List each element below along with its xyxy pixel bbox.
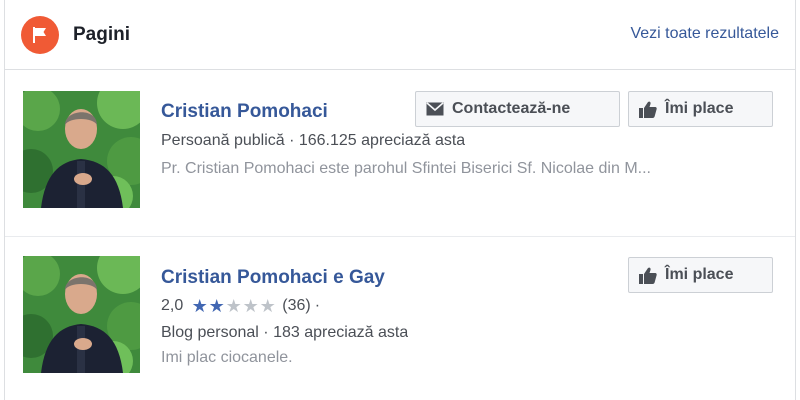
rating-value: 2,0 <box>161 297 184 314</box>
like-button[interactable]: Îmi place <box>628 91 773 127</box>
section-title: Pagini <box>73 24 131 45</box>
envelope-icon <box>426 102 444 116</box>
page-profile-picture[interactable] <box>23 256 140 373</box>
rating-stars: ★ ★ ★ ★ ★ <box>191 297 276 315</box>
search-results-panel: Pagini Vezi toate rezultatele Cristian P… <box>4 0 796 400</box>
star-icon: ★ <box>208 297 225 315</box>
results-header: Pagini Vezi toate rezultatele <box>5 0 795 70</box>
star-icon: ★ <box>259 297 276 315</box>
thumbs-up-icon <box>639 101 657 118</box>
flag-icon <box>21 16 59 54</box>
like-button-label: Îmi place <box>665 266 734 283</box>
page-meta: Blog personal · 183 apreciază asta <box>161 324 409 341</box>
contact-button[interactable]: Contactează-ne <box>415 91 620 127</box>
page-meta: Persoană publică · 166.125 apreciază ast… <box>161 132 466 149</box>
page-name-link[interactable]: Cristian Pomohaci <box>161 101 328 123</box>
like-button[interactable]: Îmi place <box>628 257 773 293</box>
star-icon: ★ <box>225 297 242 315</box>
star-icon: ★ <box>191 297 208 315</box>
see-all-results-link[interactable]: Vezi toate rezultatele <box>630 25 779 43</box>
contact-button-label: Contactează-ne <box>452 100 571 117</box>
page-name-link[interactable]: Cristian Pomohaci e Gay <box>161 267 385 289</box>
result-item: Cristian Pomohaci Persoană publică · 166… <box>5 70 795 237</box>
page-profile-picture[interactable] <box>23 91 140 208</box>
like-button-label: Îmi place <box>665 100 734 117</box>
rating-separator: · <box>314 297 321 314</box>
page-description: Imi plac ciocanele. <box>161 349 293 366</box>
thumbs-up-icon <box>639 267 657 284</box>
rating-count[interactable]: (36) <box>282 297 310 315</box>
page-description: Pr. Cristian Pomohaci este parohul Sfint… <box>161 160 651 177</box>
star-icon: ★ <box>242 297 259 315</box>
page-rating: 2,0 ★ ★ ★ ★ ★ (36) · <box>161 297 320 315</box>
result-item: Cristian Pomohaci e Gay 2,0 ★ ★ ★ ★ ★ (3… <box>5 237 795 400</box>
